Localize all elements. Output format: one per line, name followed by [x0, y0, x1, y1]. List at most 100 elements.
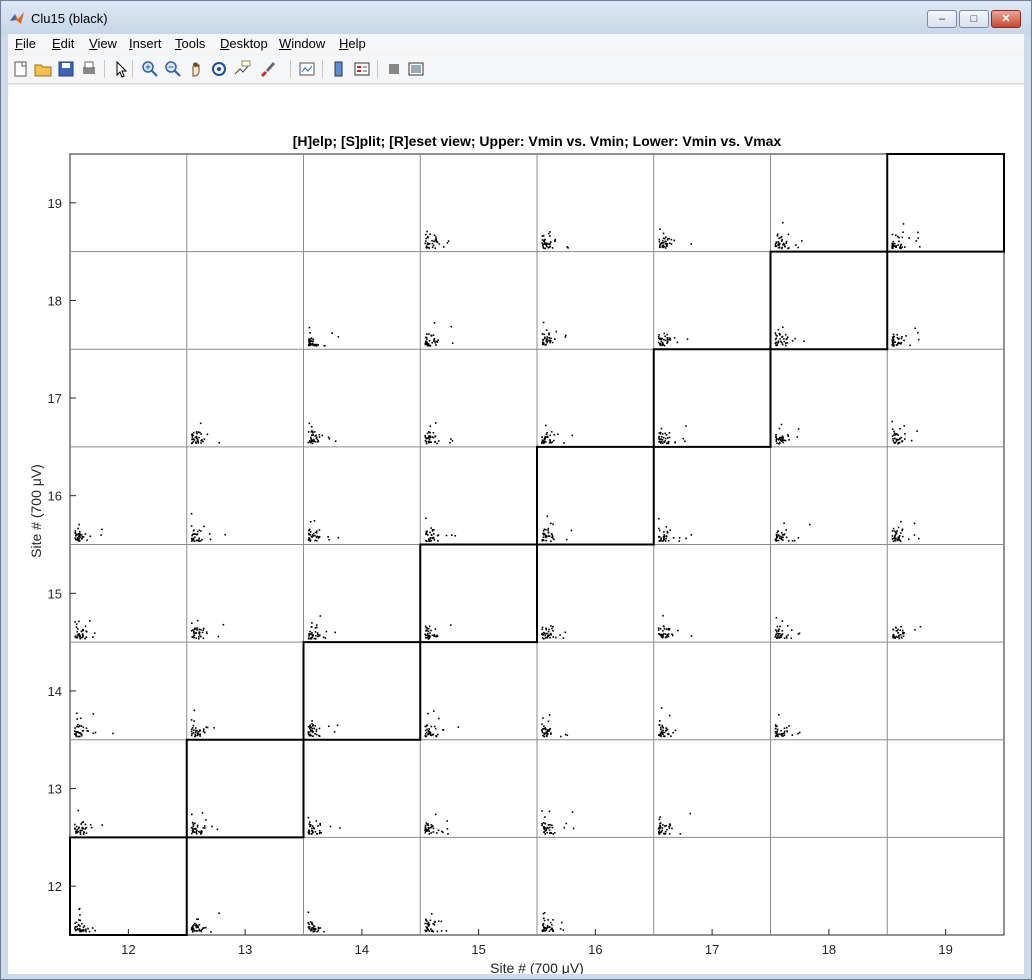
minimize-button[interactable]: –	[927, 10, 957, 28]
scatter-point	[431, 246, 434, 249]
scatter-point	[314, 631, 317, 633]
scatter-point	[774, 342, 777, 345]
scatter-point	[662, 727, 664, 729]
scatter-point	[689, 812, 692, 815]
scatter-point	[74, 823, 76, 826]
scatter-matrix-chart[interactable]: [H]elp; [S]plit; [R]eset view; Upper: Vm…	[8, 85, 1024, 974]
scatter-point	[546, 242, 548, 245]
scatter-point	[334, 631, 336, 634]
scatter-point	[429, 436, 431, 439]
zoom-out-icon[interactable]	[164, 60, 182, 78]
scatter-point	[541, 637, 544, 639]
scatter-point	[778, 714, 780, 716]
menu-help[interactable]: Help	[339, 36, 366, 51]
scatter-point	[662, 625, 665, 627]
x-tick-label: 17	[705, 942, 719, 957]
scatter-point	[78, 634, 80, 636]
scatter-point	[892, 340, 894, 342]
pan-icon[interactable]	[187, 60, 205, 78]
scatter-point	[775, 434, 777, 436]
scatter-point	[424, 826, 427, 829]
brush-icon[interactable]	[258, 60, 276, 78]
data-cursor-icon[interactable]	[233, 60, 251, 78]
open-file-icon[interactable]	[34, 60, 52, 78]
zoom-in-icon[interactable]	[141, 60, 159, 78]
close-button[interactable]: ✕	[991, 10, 1021, 28]
scatter-point	[544, 440, 546, 443]
scatter-point	[203, 525, 205, 528]
save-icon[interactable]	[57, 60, 75, 78]
pointer-icon[interactable]	[112, 60, 130, 78]
scatter-point	[331, 332, 333, 334]
scatter-point	[658, 536, 660, 538]
scatter-point	[313, 930, 316, 932]
menu-file[interactable]: File	[15, 36, 36, 51]
scatter-point	[311, 833, 313, 835]
scatter-point	[891, 435, 894, 437]
menu-view[interactable]: View	[89, 36, 117, 51]
scatter-point	[784, 333, 787, 336]
menu-tools[interactable]: Tools	[175, 36, 205, 51]
scatter-point	[549, 231, 551, 233]
scatter-point	[435, 239, 437, 241]
scatter-point	[666, 340, 669, 342]
scatter-point	[666, 532, 669, 534]
scatter-point	[546, 636, 548, 639]
legend-icon[interactable]	[353, 60, 371, 78]
scatter-point	[663, 531, 665, 533]
scatter-point	[774, 338, 777, 341]
scatter-point	[660, 427, 663, 430]
scatter-point	[83, 831, 85, 834]
scatter-point	[81, 821, 83, 824]
scatter-point	[899, 540, 902, 542]
maximize-button[interactable]: □	[959, 10, 989, 28]
scatter-point	[895, 532, 898, 535]
scatter-point	[218, 442, 220, 444]
scatter-point	[547, 246, 550, 249]
scatter-point	[548, 337, 550, 339]
scatter-point	[690, 243, 692, 245]
link-plot-icon[interactable]	[298, 60, 316, 78]
scatter-point	[791, 734, 794, 736]
scatter-point	[82, 628, 84, 631]
scatter-point	[781, 534, 784, 536]
scatter-point	[565, 538, 568, 541]
hide-plot-tools-icon[interactable]	[385, 60, 403, 78]
scatter-point	[424, 729, 427, 732]
scatter-point	[311, 825, 314, 827]
scatter-point	[435, 237, 437, 240]
rotate-icon[interactable]	[210, 60, 228, 78]
scatter-point	[543, 532, 546, 535]
scatter-point	[435, 344, 437, 346]
scatter-point	[551, 924, 553, 926]
scatter-point	[313, 520, 316, 522]
menu-window[interactable]: Window	[279, 36, 325, 51]
show-plot-tools-icon[interactable]	[407, 60, 425, 78]
scatter-point	[195, 442, 198, 444]
scatter-point	[309, 825, 311, 828]
scatter-point	[548, 333, 550, 336]
scatter-point	[544, 816, 546, 818]
scatter-point	[775, 635, 777, 638]
new-figure-icon[interactable]	[12, 60, 30, 78]
matlab-logo-icon	[10, 12, 24, 24]
menu-edit[interactable]: Edit	[52, 36, 74, 51]
scatter-point	[315, 730, 318, 733]
scatter-point	[427, 246, 430, 249]
scatter-point	[195, 833, 198, 835]
scatter-point	[77, 723, 79, 726]
scatter-point	[76, 636, 79, 639]
scatter-point	[79, 533, 82, 536]
scatter-point	[440, 920, 443, 923]
menu-insert[interactable]: Insert	[129, 36, 162, 51]
scatter-point	[542, 321, 545, 324]
scatter-point	[191, 931, 194, 933]
title-bar[interactable]: Clu15 (black) – □ ✕	[1, 1, 1031, 35]
scatter-point	[311, 536, 313, 538]
scatter-point	[899, 427, 901, 430]
scatter-point	[310, 438, 312, 440]
scatter-point	[424, 434, 426, 437]
colorbar-icon[interactable]	[330, 60, 348, 78]
menu-desktop[interactable]: Desktop	[220, 36, 268, 51]
print-icon[interactable]	[80, 60, 98, 78]
